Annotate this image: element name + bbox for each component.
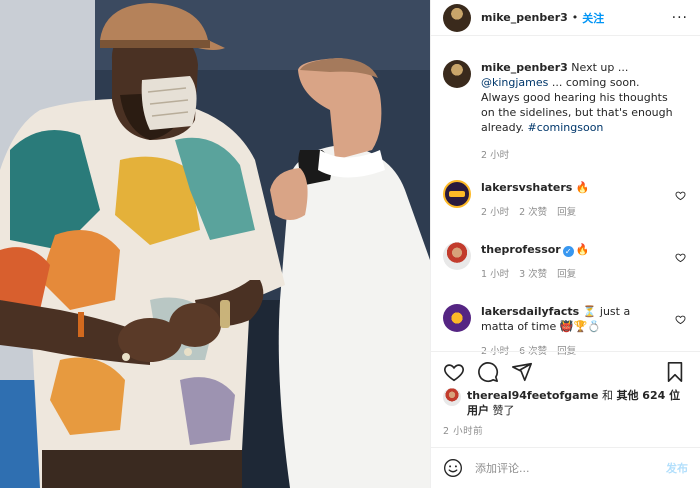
comment-content: 🔥 [575, 181, 590, 194]
caption-text: mike_penber3 Next up ... @kingjames ... … [481, 60, 678, 135]
commenter-avatar[interactable] [443, 180, 471, 208]
comment-icon[interactable] [477, 361, 499, 383]
comment-time: 1 小时 [481, 269, 510, 280]
verified-icon: ✓ [562, 246, 574, 257]
action-bar [431, 351, 700, 391]
commenter-avatar[interactable] [443, 242, 471, 270]
caption-mention-link[interactable]: @kingjames [481, 76, 548, 89]
comment-likes-count[interactable]: 2 次赞 [519, 204, 547, 218]
caption-row: mike_penber3 Next up ... @kingjames ... … [431, 60, 700, 161]
more-options-icon[interactable]: ··· [672, 10, 688, 26]
comment-text: theprofessor ✓ 🔥 [481, 242, 666, 257]
reply-button[interactable]: 回复 [557, 266, 576, 280]
share-icon[interactable] [511, 361, 533, 383]
caption-text-before: Next up ... [571, 61, 629, 74]
caption-meta: 2 小时 [481, 147, 678, 161]
comment-item: lakersdailyfacts ⏳ just a matta of time … [431, 304, 700, 357]
owner-avatar[interactable] [443, 3, 471, 32]
post-viewer: mike_penber3 • 关注 ··· mike_penber3 Next … [0, 0, 700, 488]
post-header: mike_penber3 • 关注 ··· [431, 0, 700, 36]
comment-text: lakersdailyfacts ⏳ just a matta of time … [481, 304, 666, 334]
post-timestamp[interactable]: 2 小时前 [443, 423, 483, 437]
likes-connector: 和 [598, 389, 617, 402]
comment-body: lakersdailyfacts ⏳ just a matta of time … [481, 304, 688, 357]
heart-icon[interactable] [675, 190, 686, 201]
add-comment-bar: 发布 [431, 447, 700, 488]
follow-button[interactable]: 关注 [582, 10, 604, 26]
commenter-username[interactable]: theprofessor [481, 243, 561, 256]
commenter-avatar[interactable] [443, 304, 471, 332]
comment-body: lakersvshaters 🔥 2 小时 2 次赞 回复 [481, 180, 688, 218]
reply-button[interactable]: 回复 [557, 204, 576, 218]
comment-item: theprofessor ✓ 🔥 1 小时 3 次赞 回复 [431, 242, 700, 280]
comment-input[interactable] [475, 461, 666, 475]
separator-dot: • [571, 11, 579, 24]
caption-hashtag-link[interactable]: #comingsoon [528, 121, 604, 134]
comment-body: theprofessor ✓ 🔥 1 小时 3 次赞 回复 [481, 242, 688, 280]
comment-meta: 2 小时 2 次赞 回复 [481, 204, 666, 218]
like-heart-icon[interactable] [443, 361, 465, 383]
commenter-username[interactable]: lakersvshaters [481, 181, 572, 194]
caption-time: 2 小时 [481, 150, 510, 161]
liker-avatar[interactable] [443, 388, 461, 406]
heart-icon[interactable] [675, 314, 686, 325]
caption-avatar[interactable] [443, 60, 471, 88]
comment-content: 🔥 [575, 243, 590, 256]
comment-item: lakersvshaters 🔥 2 小时 2 次赞 回复 [431, 180, 700, 218]
commenter-username[interactable]: lakersdailyfacts [481, 305, 579, 318]
comment-meta: 1 小时 3 次赞 回复 [481, 266, 666, 280]
photo-illustration [0, 0, 430, 488]
bookmark-icon[interactable] [664, 361, 686, 383]
comment-likes-count[interactable]: 3 次赞 [519, 266, 547, 280]
post-side-panel: mike_penber3 • 关注 ··· mike_penber3 Next … [430, 0, 700, 488]
likes-text: thereal94feetofgame 和 其他 624 位用户 赞了 [467, 388, 688, 418]
post-photo[interactable] [0, 0, 430, 488]
caption-body: mike_penber3 Next up ... @kingjames ... … [481, 60, 688, 161]
owner-username[interactable]: mike_penber3 [481, 11, 568, 24]
liker-username[interactable]: thereal94feetofgame [467, 389, 598, 402]
post-comment-button[interactable]: 发布 [666, 460, 688, 476]
emoji-icon[interactable] [443, 458, 463, 478]
comments-list: mike_penber3 Next up ... @kingjames ... … [431, 60, 700, 357]
likes-summary: thereal94feetofgame 和 其他 624 位用户 赞了 [443, 388, 688, 418]
comment-time: 2 小时 [481, 207, 510, 218]
heart-icon[interactable] [675, 252, 686, 263]
caption-username[interactable]: mike_penber3 [481, 61, 568, 74]
likes-suffix: 赞了 [492, 404, 515, 417]
comment-text: lakersvshaters 🔥 [481, 180, 666, 195]
